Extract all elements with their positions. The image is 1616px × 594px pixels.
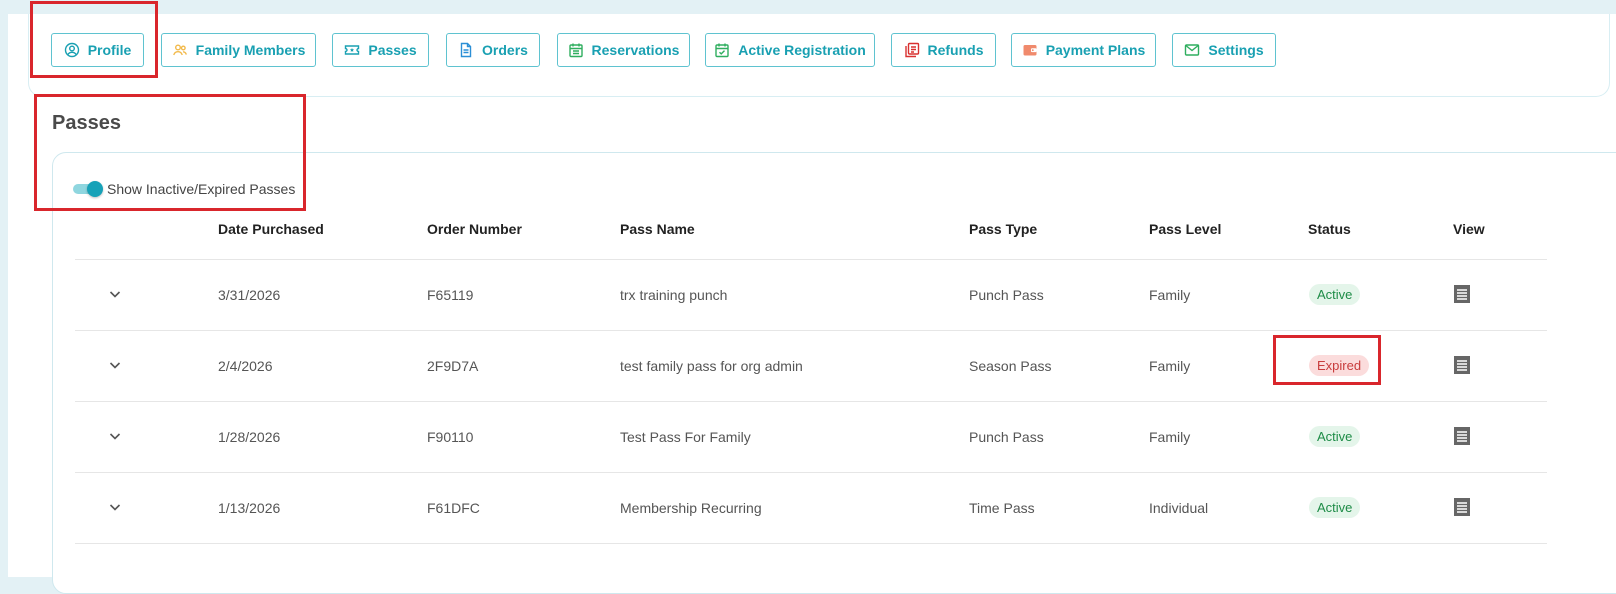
section-title: Passes [52, 112, 121, 134]
page: Profile Family Members Passes Orders Res… [8, 14, 1616, 594]
tab-label: Profile [87, 42, 132, 58]
cell-type: Punch Pass [969, 429, 1044, 445]
header-view: View [1453, 221, 1485, 237]
toggle-knob [87, 181, 103, 197]
cell-level: Individual [1149, 500, 1209, 516]
cell-date: 1/13/2026 [218, 500, 281, 516]
cell-date: 3/31/2026 [218, 287, 281, 303]
cell-order: F90110 [427, 429, 474, 445]
table-row: 1/28/2026 F90110 Test Pass For Family Pu… [75, 401, 1547, 473]
tab-label: Passes [368, 42, 417, 58]
tab-label: Payment Plans [1045, 42, 1146, 58]
cell-name: Test Pass For Family [620, 429, 751, 445]
header-pass-name: Pass Name [620, 221, 695, 237]
calendar-list-icon [568, 43, 583, 58]
view-receipt-icon[interactable] [1452, 355, 1472, 375]
cell-order: F65119 [427, 287, 474, 303]
cell-type: Punch Pass [969, 287, 1044, 303]
show-inactive-toggle[interactable] [73, 181, 103, 197]
cell-level: Family [1149, 429, 1191, 445]
passes-card: Show Inactive/Expired Passes Date Purcha… [52, 152, 1616, 594]
status-badge: Active [1309, 497, 1361, 518]
tab-label: Active Registration [738, 42, 866, 58]
header-pass-type: Pass Type [969, 221, 1038, 237]
tab-label: Refunds [927, 42, 984, 58]
cell-name: Membership Recurring [620, 500, 762, 516]
tab-bar: Profile Family Members Passes Orders Res… [28, 14, 1610, 97]
view-receipt-icon[interactable] [1452, 426, 1472, 446]
cell-order: 2F9D7A [427, 358, 479, 374]
table-row: 2/4/2026 2F9D7A test family pass for org… [75, 330, 1547, 402]
table-bottom-divider [75, 543, 1547, 545]
cell-name: test family pass for org admin [620, 358, 803, 374]
user-circle-icon [64, 42, 79, 58]
wallet-icon [1023, 45, 1037, 56]
document-icon [460, 42, 472, 58]
table-header: Date Purchased Order Number Pass Name Pa… [53, 221, 1616, 243]
header-order-number: Order Number [427, 221, 522, 237]
tab-profile[interactable]: Profile [51, 33, 144, 67]
tab-active-registration[interactable]: Active Registration [705, 33, 875, 67]
envelope-icon [1185, 44, 1200, 56]
cell-level: Family [1149, 287, 1191, 303]
tab-label: Reservations [591, 42, 680, 58]
tab-label: Family Members [195, 42, 306, 58]
tab-orders[interactable]: Orders [446, 33, 540, 67]
cell-order: F61DFC [427, 500, 480, 516]
cell-level: Family [1149, 358, 1191, 374]
ticket-icon [345, 45, 360, 55]
status-badge: Active [1309, 426, 1361, 447]
tab-label: Settings [1208, 42, 1264, 58]
chevron-down-icon[interactable] [107, 428, 123, 444]
header-status: Status [1308, 221, 1351, 237]
cell-date: 2/4/2026 [218, 358, 273, 374]
tab-payment-plans[interactable]: Payment Plans [1011, 33, 1156, 67]
cell-name: trx training punch [620, 287, 728, 303]
chevron-down-icon[interactable] [107, 499, 123, 515]
tab-label: Orders [482, 42, 528, 58]
calendar-check-icon [715, 43, 729, 58]
toggle-label: Show Inactive/Expired Passes [107, 181, 296, 197]
users-icon [172, 44, 187, 56]
chevron-down-icon[interactable] [107, 286, 123, 302]
cell-type: Time Pass [969, 500, 1035, 516]
status-badge: Expired [1309, 355, 1370, 376]
tab-family-members[interactable]: Family Members [161, 33, 316, 67]
view-receipt-icon[interactable] [1452, 284, 1472, 304]
status-badge: Active [1309, 284, 1361, 305]
view-receipt-icon[interactable] [1452, 497, 1472, 517]
tab-settings[interactable]: Settings [1172, 33, 1276, 67]
tab-reservations[interactable]: Reservations [557, 33, 690, 67]
table-row: 3/31/2026 F65119 trx training punch Punc… [75, 259, 1547, 331]
refund-icon [904, 42, 919, 58]
header-date-purchased: Date Purchased [218, 221, 324, 237]
inactive-passes-toggle-wrap: Show Inactive/Expired Passes [73, 181, 295, 197]
cell-type: Season Pass [969, 358, 1052, 374]
cell-date: 1/28/2026 [218, 429, 281, 445]
header-pass-level: Pass Level [1149, 221, 1222, 237]
tab-passes[interactable]: Passes [332, 33, 429, 67]
tab-refunds[interactable]: Refunds [891, 33, 996, 67]
table-row: 1/13/2026 F61DFC Membership Recurring Ti… [75, 472, 1547, 544]
chevron-down-icon[interactable] [107, 357, 123, 373]
